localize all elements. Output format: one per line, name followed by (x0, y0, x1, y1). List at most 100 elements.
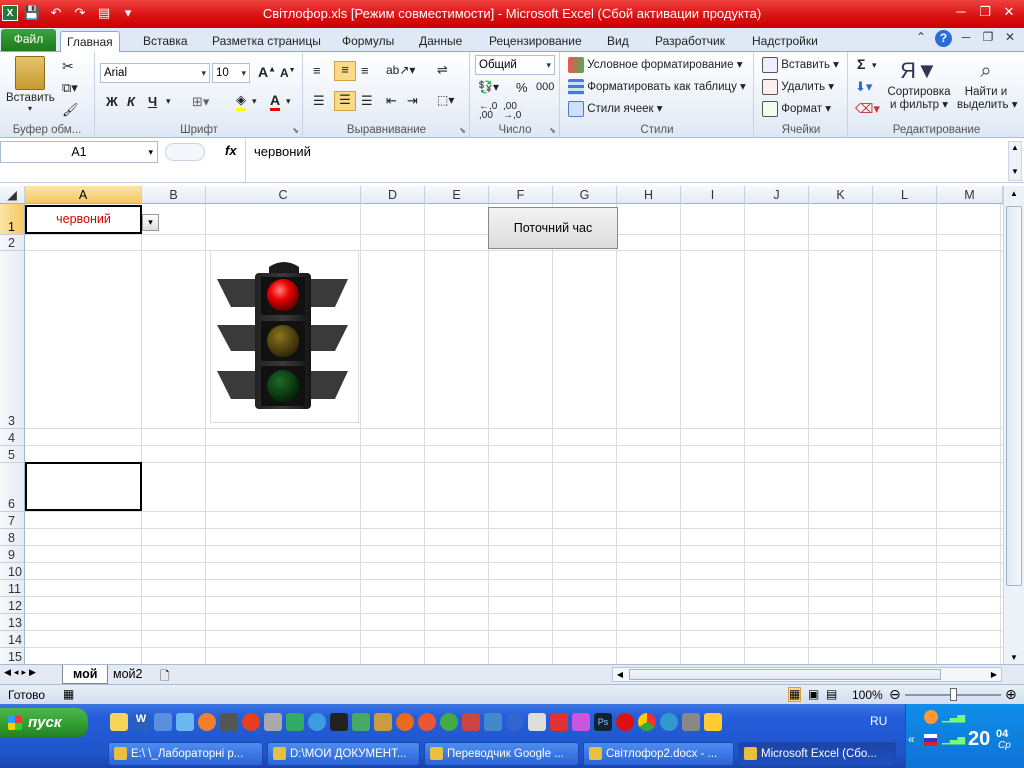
horizontal-scroll-thumb[interactable] (629, 669, 941, 680)
minimize-workbook-icon[interactable]: ─ (958, 30, 974, 48)
opera-icon[interactable] (616, 713, 634, 731)
zoom-slider-handle[interactable] (950, 688, 957, 701)
name-box[interactable]: A1 (0, 141, 158, 163)
column-header-g[interactable]: G (553, 186, 617, 204)
page-break-view-icon[interactable]: ▤ (826, 687, 837, 701)
ie-icon[interactable] (308, 713, 326, 731)
column-header-c[interactable]: C (206, 186, 361, 204)
app-icon-19[interactable] (506, 713, 524, 731)
row-header-13[interactable]: 13 (0, 614, 25, 631)
column-header-b[interactable]: B (142, 186, 206, 204)
collapse-ribbon-icon[interactable]: ⌃ (913, 30, 929, 48)
row-header-14[interactable]: 14 (0, 631, 25, 648)
vertical-scroll-thumb[interactable] (1006, 206, 1022, 586)
font-dialog-launcher-icon[interactable]: ⬊ (292, 126, 299, 135)
alignment-dialog-launcher-icon[interactable]: ⬊ (459, 126, 466, 135)
app-icon-9[interactable] (286, 713, 304, 731)
restore-workbook-icon[interactable]: ❐ (980, 30, 996, 48)
row-header-12[interactable]: 12 (0, 597, 25, 614)
row-header-11[interactable]: 11 (0, 580, 25, 597)
grow-font-icon[interactable]: A▲ (258, 64, 276, 80)
close-workbook-icon[interactable]: ✕ (1002, 30, 1018, 48)
app-icon-20[interactable] (528, 713, 546, 731)
tray-expand-icon[interactable]: « (908, 732, 915, 746)
utorrent-icon[interactable] (440, 713, 458, 731)
column-header-h[interactable]: H (617, 186, 681, 204)
thousands-button[interactable]: 000 (536, 81, 554, 93)
restore-icon[interactable]: ❐ (974, 2, 996, 22)
help-icon[interactable]: ? (935, 30, 952, 47)
tab-insert[interactable]: Вставка (137, 31, 194, 52)
decrease-indent-icon[interactable]: ⇤ (386, 93, 397, 109)
tab-data[interactable]: Данные (413, 31, 468, 52)
task-button-3[interactable]: Переводчик Google ... (424, 742, 579, 766)
orientation-icon[interactable]: ab↗▾ (386, 63, 415, 77)
format-as-table-button[interactable]: Форматировать как таблицу ▾ (568, 79, 746, 95)
task-button-1[interactable]: E:\ \_Лабораторні р... (108, 742, 263, 766)
app-icon-11[interactable] (330, 713, 348, 731)
app-icon-5[interactable] (198, 713, 216, 731)
app-icon-3[interactable] (154, 713, 172, 731)
font-name-select[interactable]: Arial (100, 63, 210, 83)
number-dialog-launcher-icon[interactable]: ⬊ (549, 126, 556, 135)
expand-formula-bar-icon[interactable]: ▲ ▼ (1008, 141, 1022, 181)
language-indicator[interactable]: RU (870, 714, 887, 728)
font-size-select[interactable]: 10 (212, 63, 250, 83)
app-icon-21[interactable] (550, 713, 568, 731)
zoom-level[interactable]: 100% (852, 688, 883, 702)
fill-color-icon[interactable]: ◈ (236, 92, 246, 111)
column-header-j[interactable]: J (745, 186, 809, 204)
wrap-text-icon[interactable]: ⇌ (437, 62, 448, 78)
decrease-decimal-icon[interactable]: ,00 →,0 (503, 102, 521, 121)
app-icon-8[interactable] (264, 713, 282, 731)
increase-indent-icon[interactable]: ⇥ (407, 93, 418, 109)
row-header-5[interactable]: 5 (0, 446, 25, 463)
row-header-10[interactable]: 10 (0, 563, 25, 580)
tab-home[interactable]: Главная (60, 31, 120, 52)
fill-icon[interactable]: ⬇▾ (855, 79, 872, 95)
sort-filter-button[interactable]: Я▼ Сортировка и фильтр ▾ (885, 56, 953, 112)
underline-button[interactable]: Ч (148, 94, 157, 109)
autosum-dropdown-icon[interactable]: ▾ (872, 60, 877, 71)
bold-button[interactable]: Ж (106, 94, 118, 109)
column-header-e[interactable]: E (425, 186, 489, 204)
tab-review[interactable]: Рецензирование (483, 31, 588, 52)
copy-icon[interactable]: ⧉▾ (62, 80, 78, 96)
increase-decimal-icon[interactable]: ←,0,00 (479, 102, 497, 121)
merge-center-icon[interactable]: ⬚▾ (437, 93, 454, 107)
tab-page-layout[interactable]: Разметка страницы (206, 31, 327, 52)
current-time-button[interactable]: Поточний час (488, 207, 618, 249)
scroll-up-icon[interactable]: ▲ (1004, 186, 1024, 202)
sheet-tab-moy[interactable]: мой (62, 665, 109, 684)
clock-day[interactable]: Ср (998, 740, 1011, 751)
column-header-a[interactable]: A (25, 186, 142, 204)
app-icon-7[interactable] (242, 713, 260, 731)
formula-bar-resize-handle[interactable] (165, 143, 205, 161)
clock-minutes[interactable]: 04 (996, 728, 1008, 740)
shrink-font-icon[interactable]: A▼ (280, 66, 296, 80)
app-icon-22[interactable] (572, 713, 590, 731)
signal-icon-1[interactable]: ▁▃▅ (942, 712, 965, 723)
select-all-corner[interactable]: ◢ (0, 186, 25, 204)
paste-button[interactable]: Вставить ▾ (6, 56, 55, 113)
zoom-out-icon[interactable]: ⊖ (889, 686, 901, 703)
photoshop-icon[interactable]: Ps (594, 713, 612, 731)
app-icon-18[interactable] (484, 713, 502, 731)
clear-icon[interactable]: ⌫▾ (855, 101, 880, 117)
font-color-icon[interactable]: A (270, 92, 281, 111)
app-icon-6[interactable] (220, 713, 238, 731)
cell-a1[interactable]: червоний (25, 205, 142, 234)
signal-icon-2[interactable]: ▁▃▅ (942, 734, 965, 745)
page-layout-view-icon[interactable]: ▣ (808, 687, 819, 701)
format-painter-icon[interactable]: 🖌 (62, 102, 79, 118)
close-icon[interactable]: ✕ (998, 2, 1020, 22)
row-header-4[interactable]: 4 (0, 429, 25, 446)
clock-hour[interactable]: 20 (968, 728, 990, 751)
app-icon-26[interactable] (660, 713, 678, 731)
minimize-icon[interactable]: ─ (950, 2, 972, 22)
find-select-button[interactable]: ⌕ Найти и выделить ▾ (957, 56, 1017, 112)
align-left-icon[interactable]: ☰ (313, 93, 325, 109)
tab-file[interactable]: Файл (1, 29, 56, 51)
align-right-icon[interactable]: ☰ (361, 93, 373, 109)
app-icon-15[interactable] (418, 713, 436, 731)
